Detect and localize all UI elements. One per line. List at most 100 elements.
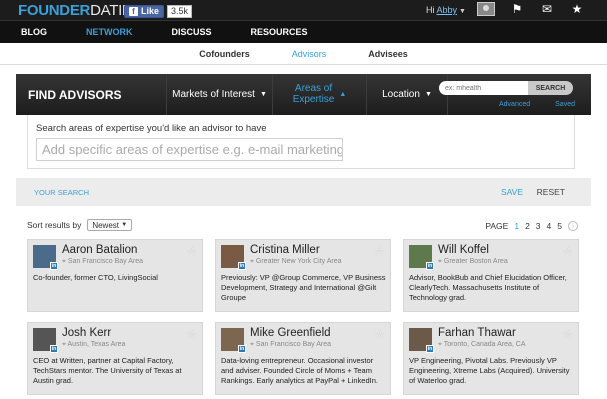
nav-item-discuss[interactable]: DISCUSS [172,27,212,37]
advisor-name[interactable]: Josh Kerr [62,327,111,339]
flag-icon[interactable]: ⚑ [509,2,525,16]
next-page-icon[interactable]: › [568,221,578,231]
caret-down-icon: ▼ [259,91,267,98]
location-pin-icon: ⌖ [250,341,254,348]
location-pin-icon: ⌖ [62,341,66,348]
facebook-icon: f [129,6,138,16]
advisor-card[interactable]: in Josh Kerr ⌖ Austin, Texas Area CEO at… [27,322,203,395]
find-advisors-title: FIND ADVISORS [28,87,122,102]
sort-select[interactable]: Newest ▼ [87,219,133,231]
location-pin-icon: ⌖ [438,341,442,348]
advisor-card[interactable]: in Farhan Thawar ⌖ Toronto, Canada Area,… [403,322,579,395]
advisor-location: ⌖ San Francisco Bay Area [250,341,331,348]
user-greeting: Hi Abby ▼ [426,5,466,15]
advisor-photo: in [409,245,434,270]
caret-down-icon: ▼ [121,222,128,228]
advisor-photo: in [33,245,58,270]
your-search-bar: YOUR SEARCH SAVE RESET [16,178,591,206]
advisor-bio: Co-founder, former CTO, LivingSocial [33,273,158,282]
favorite-star-icon[interactable]: ☆ [374,244,385,258]
your-search-label: YOUR SEARCH [34,187,90,197]
advisor-card[interactable]: in Cristina Miller ⌖ Greater New York Ci… [215,239,391,312]
find-advisors-bar: FIND ADVISORS Markets of Interest ▼ Areas… [16,74,591,115]
page-link-4[interactable]: 4 [547,221,552,231]
linkedin-icon: in [238,345,246,353]
favorite-star-icon[interactable]: ☆ [562,327,573,341]
advisor-location: ⌖ San Francisco Bay Area [62,258,143,265]
star-icon[interactable]: ★ [569,2,585,16]
search-links: Advanced Saved [499,101,575,108]
saved-link[interactable]: Saved [555,101,575,108]
advisor-photo: in [33,328,58,353]
page-link-3[interactable]: 3 [536,221,541,231]
sort-row: Sort results by Newest ▼ [27,219,133,231]
main-nav: BLOG NETWORK DISCUSS RESOURCES [0,21,607,43]
location-pin-icon: ⌖ [250,258,254,265]
avatar[interactable] [477,2,495,16]
advisor-location: ⌖ Toronto, Canada Area, CA [438,341,526,348]
linkedin-icon: in [50,262,58,270]
top-bar: FOUNDERDATING f Like 3.5k Hi Abby ▼ ⚑ ✉ ★ [0,0,607,21]
advisor-bio: Advisor, BookBub and Chief Elucidation O… [409,273,567,302]
tab-advisees[interactable]: Advisees [368,49,408,59]
advisor-card[interactable]: in Aaron Batalion ⌖ San Francisco Bay Ar… [27,239,203,312]
nav-item-resources[interactable]: RESOURCES [251,27,308,37]
page-link-1[interactable]: 1 [514,221,519,231]
tab-advisors[interactable]: Advisors [292,49,327,59]
favorite-star-icon[interactable]: ☆ [186,327,197,341]
areas-of-expertise-dropdown[interactable]: Areas of Expertise ▲ [272,74,366,115]
advisor-photo: in [221,245,246,270]
advisor-bio: CEO at Written, partner at Capital Facto… [33,356,182,385]
advisor-bio: Previously: VP @Group Commerce, VP Busin… [221,273,386,302]
page-link-2[interactable]: 2 [525,221,530,231]
advisor-bio: Data-loving entrepreneur. Occasional inv… [221,356,378,385]
linkedin-icon: in [426,262,434,270]
expertise-label: Search areas of expertise you'd like an … [36,123,267,134]
search-button[interactable]: SEARCH [528,81,573,95]
location-dropdown[interactable]: Location ▼ [366,74,448,115]
advisor-name[interactable]: Cristina Miller [250,244,320,256]
facebook-like-button[interactable]: f Like [124,4,165,18]
save-button[interactable]: SAVE [501,187,523,197]
advisor-card[interactable]: in Will Koffel ⌖ Greater Boston Area Adv… [403,239,579,312]
tab-cofounders[interactable]: Cofounders [199,49,250,59]
mail-icon[interactable]: ✉ [539,2,555,16]
advisor-photo: in [409,328,434,353]
linkedin-icon: in [238,262,246,270]
advisor-location: ⌖ Austin, Texas Area [62,341,126,348]
advisor-bio: VP Engineering, Pivotal Labs. Previously… [409,356,570,385]
like-count: 3.5k [167,4,193,18]
favorite-star-icon[interactable]: ☆ [562,244,573,258]
advisor-name[interactable]: Farhan Thawar [438,327,516,339]
linkedin-icon: in [50,345,58,353]
sub-nav: Cofounders Advisors Advisees [0,43,607,65]
user-name-link[interactable]: Abby [437,5,458,15]
advisor-location: ⌖ Greater New York City Area [250,258,342,265]
advisor-name[interactable]: Will Koffel [438,244,489,256]
advanced-link[interactable]: Advanced [499,101,530,108]
location-pin-icon: ⌖ [438,258,442,265]
nav-item-blog[interactable]: BLOG [21,27,47,37]
favorite-star-icon[interactable]: ☆ [186,244,197,258]
reset-button[interactable]: RESET [537,187,565,197]
advisor-card[interactable]: in Mike Greenfield ⌖ San Francisco Bay A… [215,322,391,395]
page-label: PAGE [485,221,509,231]
chevron-down-icon[interactable]: ▼ [459,8,466,15]
caret-up-icon: ▲ [339,90,347,98]
page-link-5[interactable]: 5 [557,221,562,231]
favorite-star-icon[interactable]: ☆ [374,327,385,341]
markets-of-interest-dropdown[interactable]: Markets of Interest ▼ [166,74,272,115]
location-pin-icon: ⌖ [62,258,66,265]
expertise-panel: Search areas of expertise you'd like an … [27,115,575,169]
caret-down-icon: ▼ [424,91,432,98]
expertise-input[interactable]: Add specific areas of expertise e.g. e-m… [36,138,343,161]
linkedin-icon: in [426,345,434,353]
advisor-photo: in [221,328,246,353]
search-input[interactable] [439,81,528,95]
nav-item-network[interactable]: NETWORK [86,27,133,37]
advisor-name[interactable]: Mike Greenfield [250,327,331,339]
top-icons: ⚑ ✉ ★ [477,2,585,16]
pagination: PAGE 1 2 3 4 5 › [485,221,578,231]
advisor-name[interactable]: Aaron Batalion [62,244,137,256]
advisor-location: ⌖ Greater Boston Area [438,258,508,265]
